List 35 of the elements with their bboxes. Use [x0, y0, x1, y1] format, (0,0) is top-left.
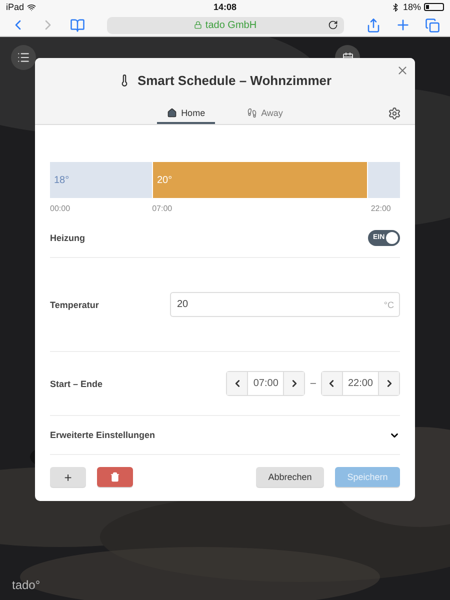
- time-tick: 00:00: [50, 204, 70, 212]
- clock-time: 14:08: [213, 2, 237, 12]
- brand-logo: tado°: [12, 578, 40, 592]
- tabs-icon[interactable]: [425, 18, 440, 32]
- plus-icon[interactable]: [395, 17, 411, 33]
- unit-label: °C: [384, 300, 394, 310]
- time-range-label: Start – Ende: [50, 378, 103, 388]
- end-time-stepper[interactable]: 22:00: [320, 371, 400, 396]
- reload-icon[interactable]: [328, 20, 338, 30]
- add-button[interactable]: +: [50, 467, 86, 487]
- dialog-title: Smart Schedule – Wohnzimmer: [137, 72, 332, 88]
- device-name: iPad: [6, 2, 24, 12]
- house-icon: [167, 108, 178, 118]
- time-tick: 22:00: [370, 204, 391, 212]
- advanced-settings-toggle[interactable]: Erweiterte Einstellungen: [50, 430, 156, 440]
- range-dash: –: [310, 378, 316, 389]
- battery-icon: [424, 3, 444, 11]
- lock-icon: [194, 21, 202, 29]
- bluetooth-icon: [390, 2, 400, 12]
- time-tick: 07:00: [152, 204, 172, 212]
- start-time-stepper[interactable]: 07:00: [226, 371, 306, 396]
- settings-button[interactable]: [388, 107, 401, 120]
- battery-percent: 18%: [402, 2, 421, 12]
- share-icon[interactable]: [366, 18, 381, 32]
- close-button[interactable]: [396, 64, 409, 77]
- delete-button[interactable]: [97, 467, 133, 487]
- temperature-label: Temperatur: [50, 300, 99, 310]
- book-icon[interactable]: [70, 18, 85, 32]
- mode-tab[interactable]: Away: [237, 106, 293, 124]
- wifi-icon: [27, 2, 36, 12]
- heating-label: Heizung: [50, 232, 85, 242]
- menu-icon[interactable]: [17, 51, 30, 64]
- trash-icon: [110, 472, 120, 482]
- cancel-button[interactable]: Abbrechen: [256, 467, 324, 487]
- mode-tab[interactable]: Home: [157, 106, 216, 124]
